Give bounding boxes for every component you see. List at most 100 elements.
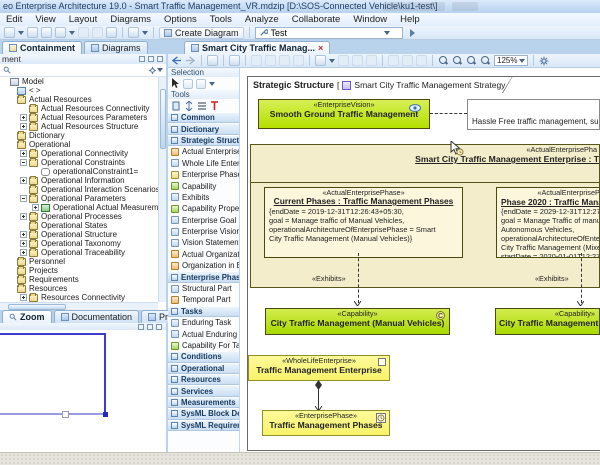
show-containment-icon[interactable] bbox=[207, 55, 218, 66]
menu-layout[interactable]: Layout bbox=[69, 13, 98, 26]
palette-item-actual-enduring-task[interactable]: Actual Enduring Task bbox=[168, 328, 239, 339]
cut-dropdown-icon[interactable] bbox=[69, 31, 75, 35]
clipboard-icon[interactable] bbox=[265, 55, 276, 66]
palette-item-actual-organization[interactable]: Actual Organization bbox=[168, 249, 239, 260]
cut-icon[interactable] bbox=[55, 27, 66, 38]
multi-select-tool-icon[interactable] bbox=[196, 79, 206, 89]
line-style-icon[interactable] bbox=[338, 55, 349, 66]
zoom-navigator-rect[interactable] bbox=[0, 333, 106, 415]
tab-diagrams[interactable]: Diagrams bbox=[84, 41, 148, 54]
tree-item-model[interactable]: Model bbox=[0, 77, 158, 86]
paste-icon[interactable] bbox=[279, 55, 290, 66]
node-capability-mixed[interactable]: «Capability» City Traffic Management (M bbox=[495, 308, 600, 335]
node-actual-enterprise-phase-container[interactable]: «ActualEnterprisePha Smart City Traffic … bbox=[250, 144, 600, 288]
menu-collaborate[interactable]: Collaborate bbox=[292, 13, 341, 26]
palette-section-measurements[interactable]: Measurements bbox=[168, 397, 239, 408]
tree-item[interactable]: Operational Connectivity bbox=[0, 149, 158, 158]
tree-item[interactable]: Operational Structure bbox=[0, 230, 158, 239]
tree-item[interactable]: Operational Information bbox=[0, 176, 158, 185]
select-in-tree-icon[interactable] bbox=[229, 55, 240, 66]
redo-icon[interactable] bbox=[92, 27, 103, 38]
menu-tools[interactable]: Tools bbox=[210, 13, 232, 26]
expand-icon[interactable] bbox=[20, 123, 27, 130]
pin-icon[interactable] bbox=[148, 56, 154, 62]
filter-options-icon[interactable] bbox=[157, 68, 163, 72]
menu-options[interactable]: Options bbox=[164, 13, 197, 26]
expand-icon[interactable] bbox=[20, 114, 27, 121]
palette-item-capability-for-task[interactable]: Capability For Task bbox=[168, 340, 239, 351]
grid-icon[interactable] bbox=[366, 55, 377, 66]
tree-item[interactable]: Operational States bbox=[0, 221, 158, 230]
node-enterprise-vision[interactable]: «EnterpriseVision» Smooth Ground Traffic… bbox=[258, 99, 430, 129]
note-tool-icon[interactable] bbox=[171, 101, 181, 111]
expand-icon[interactable] bbox=[20, 240, 27, 247]
palette-section-strategic-structure[interactable]: Strategic Structure bbox=[168, 135, 239, 146]
tree-item[interactable]: Operational Interaction Scenarios bbox=[0, 185, 158, 194]
tree-item[interactable]: Actual Resources Parameters bbox=[0, 113, 158, 122]
expand-icon[interactable] bbox=[20, 294, 27, 301]
shape-icon[interactable] bbox=[402, 55, 413, 66]
tree-item-constraint[interactable]: operationalConstraint1= bbox=[0, 167, 158, 176]
expand-icon[interactable] bbox=[20, 150, 27, 157]
palette-item-vision-statement[interactable]: Vision Statement bbox=[168, 237, 239, 248]
layout-dropdown-icon[interactable] bbox=[329, 59, 335, 63]
palette-item-exhibits[interactable]: Exhibits bbox=[168, 192, 239, 203]
tree-item[interactable]: Operational Processes bbox=[0, 212, 158, 221]
tree-item[interactable]: Actual Resources Connectivity bbox=[0, 104, 158, 113]
palette-item-enterprise-vision[interactable]: Enterprise Vision bbox=[168, 226, 239, 237]
palette-section-common[interactable]: Common bbox=[168, 112, 239, 123]
zoom-11-icon[interactable] bbox=[480, 55, 491, 66]
zoom-level-combo[interactable]: 125% bbox=[494, 55, 528, 66]
tab-documentation[interactable]: Documentation bbox=[54, 310, 140, 323]
node-note[interactable]: Hassle Free traffic management, suppo bbox=[467, 99, 600, 130]
palette-section-resources[interactable]: Resources bbox=[168, 374, 239, 385]
palette-section-operational[interactable]: Operational bbox=[168, 363, 239, 374]
zoom-in-icon[interactable] bbox=[438, 55, 449, 66]
pin-icon[interactable] bbox=[147, 324, 153, 330]
search-input[interactable] bbox=[271, 28, 381, 38]
tab-containment[interactable]: Containment bbox=[2, 41, 82, 54]
tree-item[interactable]: Operational Parameters bbox=[0, 194, 158, 203]
color-icon[interactable] bbox=[416, 55, 427, 66]
menu-edit[interactable]: Edit bbox=[6, 13, 22, 26]
tab-diagram-smart-city[interactable]: Smart City Traffic Manag... × bbox=[184, 41, 330, 54]
tree-item[interactable]: Operational bbox=[0, 140, 158, 149]
menu-help[interactable]: Help bbox=[400, 13, 420, 26]
zoom-navigator-corner[interactable] bbox=[103, 412, 108, 417]
layout-icon[interactable] bbox=[315, 55, 326, 66]
tree-item[interactable]: Actual Resources bbox=[0, 95, 158, 104]
undo-icon[interactable] bbox=[78, 27, 89, 38]
refresh-dropdown-icon[interactable] bbox=[142, 31, 148, 35]
import-icon[interactable] bbox=[41, 27, 52, 38]
path-icon[interactable] bbox=[352, 55, 363, 66]
palette-section-dictionary[interactable]: Dictionary bbox=[168, 123, 239, 134]
node-whole-life-enterprise[interactable]: «WholeLifeEnterprise» Traffic Management… bbox=[248, 355, 390, 381]
palette-section-tasks[interactable]: Tasks bbox=[168, 306, 239, 317]
palette-section-services[interactable]: Services bbox=[168, 385, 239, 396]
float-icon[interactable] bbox=[139, 56, 145, 62]
selection-more-icon[interactable] bbox=[209, 82, 215, 86]
palette-item-structural-part[interactable]: Structural Part bbox=[168, 283, 239, 294]
close-icon[interactable] bbox=[157, 56, 163, 62]
zoom-out-icon[interactable] bbox=[452, 55, 463, 66]
tree-item-excel[interactable]: Operational Actual Measurements (.xlsx) bbox=[0, 203, 158, 212]
float-icon[interactable] bbox=[138, 324, 144, 330]
exhibits-connector-right[interactable] bbox=[581, 253, 582, 303]
close-tab-icon[interactable]: × bbox=[318, 43, 323, 53]
image-icon[interactable] bbox=[388, 55, 399, 66]
tree-vertical-scrollbar[interactable] bbox=[158, 77, 166, 302]
expand-icon[interactable] bbox=[32, 204, 39, 211]
anchor-connector[interactable] bbox=[430, 113, 467, 114]
palette-section-conditions[interactable]: Conditions bbox=[168, 351, 239, 362]
zoom-fit-icon[interactable] bbox=[466, 55, 477, 66]
separator-tool-icon[interactable] bbox=[184, 101, 194, 111]
palette-section-enterprise-phase-structure[interactable]: Enterprise Phase Str... bbox=[168, 271, 239, 282]
copy-icon[interactable] bbox=[251, 55, 262, 66]
node-enterprise-phase[interactable]: «EnterprisePhase» Traffic Management Pha… bbox=[262, 410, 390, 436]
filter-input[interactable] bbox=[11, 65, 148, 75]
gear-icon[interactable] bbox=[539, 56, 549, 66]
open-project-icon[interactable] bbox=[27, 27, 38, 38]
forward-icon[interactable] bbox=[185, 56, 196, 65]
menu-analyze[interactable]: Analyze bbox=[245, 13, 279, 26]
tree-item[interactable]: Operational Taxonomy bbox=[0, 239, 158, 248]
